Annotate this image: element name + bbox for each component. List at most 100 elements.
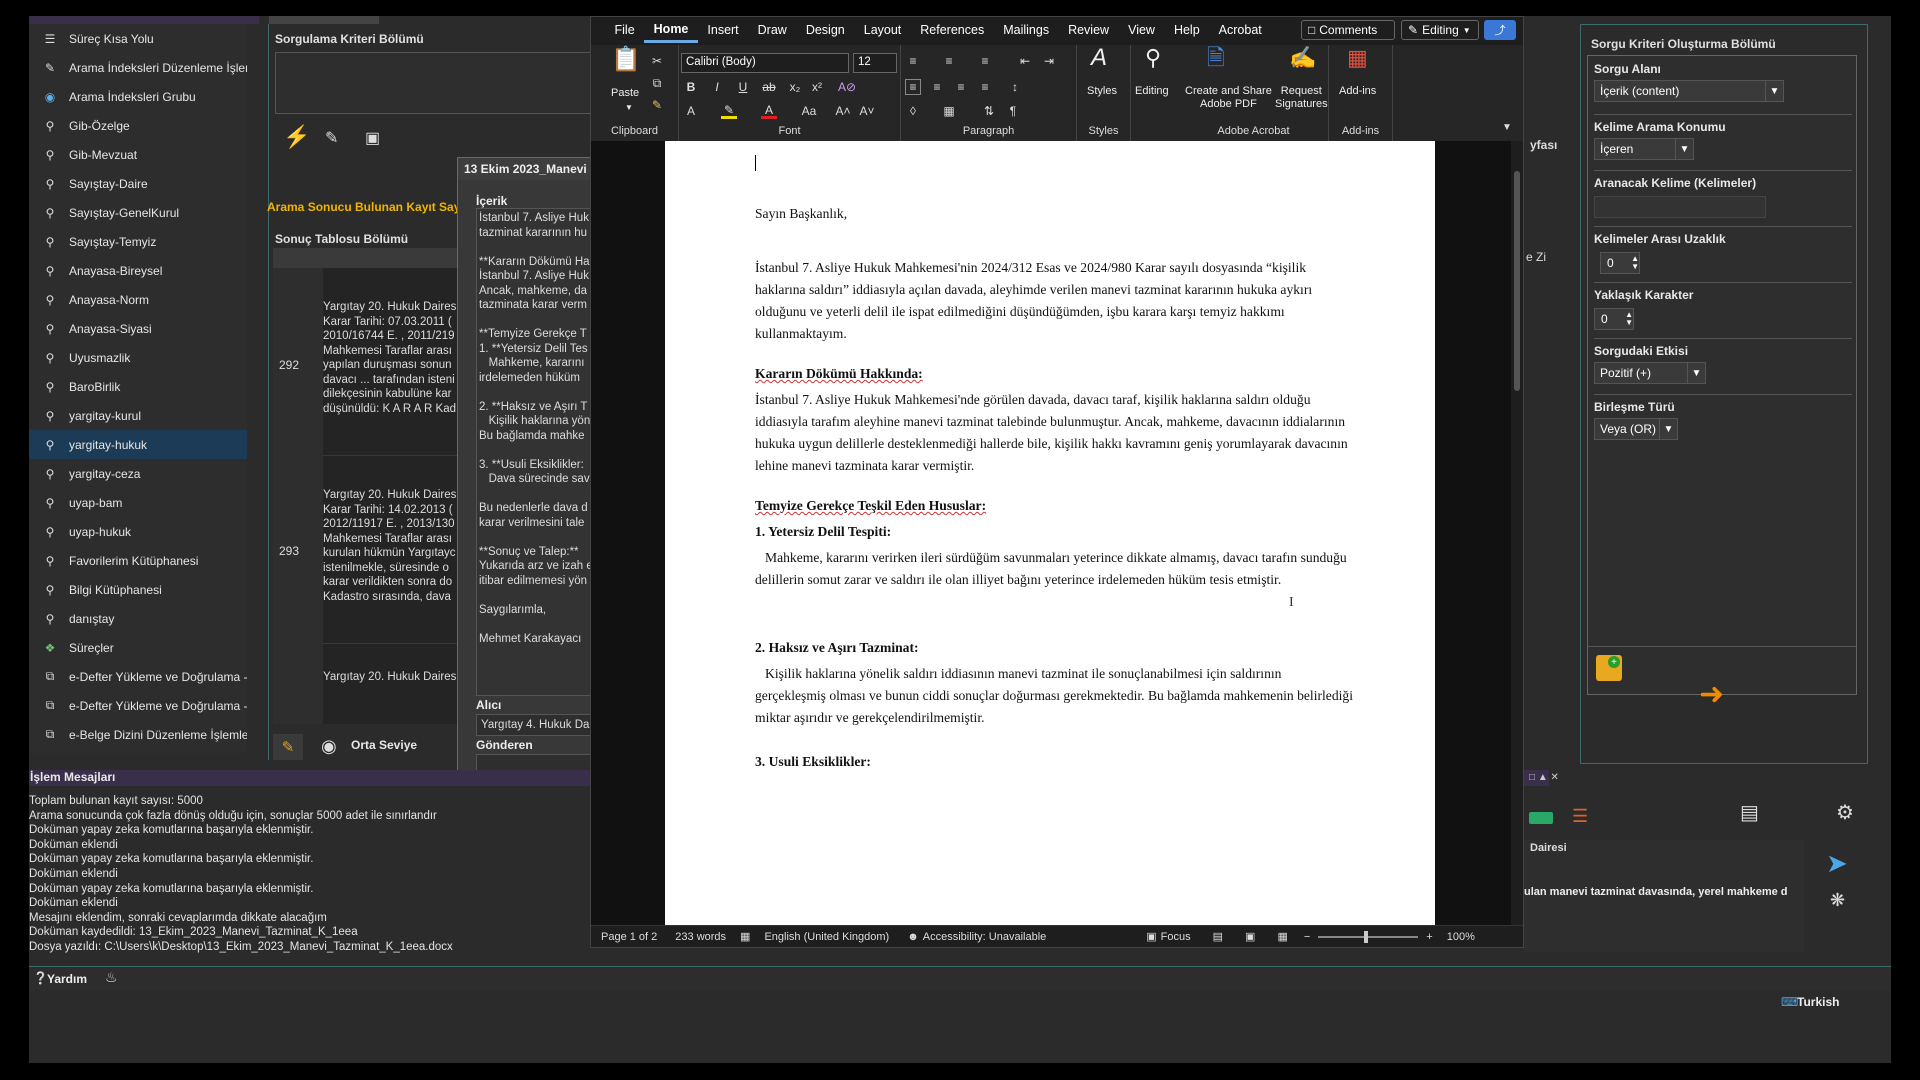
tab-home[interactable]: Home — [644, 17, 698, 43]
flag-list-icon[interactable]: ☰ — [1572, 806, 1588, 827]
lightning-icon[interactable]: ⚡ — [283, 124, 310, 150]
bell-icon[interactable]: ♨ — [105, 969, 118, 986]
collapse-ribbon-icon[interactable]: ▼ — [1499, 119, 1515, 135]
justify-icon[interactable]: ≡ — [977, 79, 993, 95]
sidebar-item[interactable]: ⚲ Anayasa-Norm — [29, 285, 247, 314]
panel-window-controls-icon[interactable]: □ ▲ ✕ — [1529, 772, 1559, 783]
paste-button[interactable]: Paste — [611, 87, 639, 100]
sidebar-item[interactable]: ⚲ Gib-Özelge — [29, 111, 247, 140]
arrow-right-icon[interactable]: ➜ — [1699, 677, 1724, 712]
tab-insert[interactable]: Insert — [698, 17, 748, 43]
proofing-icon[interactable]: ▦ — [740, 930, 750, 943]
copy-icon[interactable]: ⧉ — [649, 75, 665, 91]
sidebar-item[interactable]: ⚲ yargitay-ceza — [29, 459, 247, 488]
field-area-select[interactable]: İçerik (content) ▼ — [1594, 80, 1784, 102]
tab-acrobat[interactable]: Acrobat — [1209, 17, 1271, 43]
font-color-icon[interactable]: A — [761, 103, 777, 119]
sidebar-item[interactable]: ⚲ Anayasa-Bireysel — [29, 256, 247, 285]
accessibility-status[interactable]: Accessibility: Unavailable — [923, 931, 1047, 943]
tab-help[interactable]: Help — [1164, 17, 1209, 43]
clear-format-icon[interactable]: A⊘ — [838, 79, 856, 95]
green-tag-icon[interactable] — [1529, 812, 1553, 824]
underline-icon[interactable]: U — [735, 79, 751, 95]
zoom-out-button[interactable]: − — [1304, 931, 1310, 943]
merge-type-select[interactable]: Veya (OR) ▼ — [1594, 418, 1678, 440]
signature-icon[interactable]: ✍ — [1289, 47, 1316, 69]
show-marks-icon[interactable]: ¶ — [1005, 103, 1021, 119]
subscript-icon[interactable]: x₂ — [787, 79, 803, 95]
brush-icon[interactable]: ✎ — [325, 128, 338, 148]
help-icon[interactable]: ❔ — [33, 971, 48, 985]
shrink-font-icon[interactable]: A˅ — [859, 103, 875, 119]
sidebar-item[interactable]: ⚲ Sayıştay-GenelKurul — [29, 198, 247, 227]
sidebar-item[interactable]: ⚲ BaroBirlik — [29, 372, 247, 401]
language-label[interactable]: Turkish — [1797, 995, 1839, 1009]
text-effects-icon[interactable]: A — [683, 103, 699, 119]
addins-button[interactable]: Add-ins — [1339, 85, 1376, 98]
create-pdf-button[interactable]: Create and Share Adobe PDF — [1185, 85, 1272, 111]
spinner-arrows-icon[interactable]: ▲ ▼ — [1631, 255, 1639, 271]
web-layout-icon[interactable]: ▦ — [1277, 930, 1287, 943]
font-size-select[interactable]: 12 — [853, 53, 897, 73]
language-status[interactable]: English (United Kingdom) — [764, 931, 889, 943]
styles-icon[interactable]: A — [1091, 46, 1107, 70]
search-position-select[interactable]: İçeren ▼ — [1594, 138, 1694, 160]
page-count[interactable]: Page 1 of 2 — [601, 931, 657, 943]
settings-gear-icon[interactable]: ⚙ — [1836, 800, 1854, 825]
read-mode-icon[interactable]: ▤ — [1213, 930, 1223, 943]
numbering-icon[interactable]: ≡ — [941, 53, 957, 69]
help-label[interactable]: Yardım — [47, 972, 87, 986]
print-layout-icon[interactable]: ▣ — [1245, 930, 1255, 943]
document-page[interactable]: Sayın Başkanlık, İstanbul 7. Asliye Huku… — [665, 141, 1435, 927]
sidebar-item[interactable]: ⚲ Sayıştay-Temyiz — [29, 227, 247, 256]
sidebar-item[interactable]: ⚲ Anayasa-Siyasi — [29, 314, 247, 343]
multilevel-list-icon[interactable]: ≡ — [977, 53, 993, 69]
editing-button[interactable]: Editing — [1135, 85, 1169, 98]
sidebar-item[interactable]: ☰ Süreç Kısa Yolu — [29, 24, 247, 53]
add-criteria-icon[interactable]: + — [1596, 655, 1622, 681]
sidebar-item[interactable]: ⚲ uyap-hukuk — [29, 517, 247, 546]
format-painter-icon[interactable]: ✎ — [649, 97, 665, 113]
spinner-arrows-icon[interactable]: ▲ ▼ — [1625, 311, 1633, 327]
zoom-slider[interactable] — [1318, 930, 1419, 943]
brain-icon[interactable]: ❋ — [1830, 890, 1845, 911]
chevron-down-icon[interactable]: ▼ — [625, 101, 633, 114]
decrease-indent-icon[interactable]: ⇤ — [1017, 53, 1033, 69]
sort-icon[interactable]: ⇅ — [981, 103, 997, 119]
tab-view[interactable]: View — [1119, 17, 1165, 43]
sidebar-item[interactable]: ⚲ yargitay-kurul — [29, 401, 247, 430]
sidebar-item[interactable]: ⧉ e-Belge Dizini Düzenleme İşlemle — [29, 720, 247, 749]
word-count[interactable]: 233 words — [675, 931, 726, 943]
approx-char-spinner[interactable]: 0 ▲ ▼ — [1594, 308, 1634, 330]
focus-button[interactable]: Focus — [1161, 931, 1191, 943]
align-right-icon[interactable]: ≡ — [953, 79, 969, 95]
increase-indent-icon[interactable]: ⇥ — [1041, 53, 1057, 69]
sidebar-item[interactable]: ⧉ e-Defter Yükleme ve Doğrulama - — [29, 691, 247, 720]
scanner-icon[interactable]: ▤ — [1740, 800, 1759, 825]
receiver-field[interactable]: Yargıtay 4. Hukuk Da — [476, 714, 596, 736]
line-spacing-icon[interactable]: ↕ — [1007, 79, 1023, 95]
tab-yargitay-hukuk[interactable] — [269, 16, 379, 24]
request-signatures-button[interactable]: Request Signatures — [1275, 85, 1328, 111]
sidebar-item[interactable]: ◉ Arama İndeksleri Grubu — [29, 82, 247, 111]
sidebar-item[interactable]: ⚲ uyap-bam — [29, 488, 247, 517]
bullets-icon[interactable]: ≡ — [905, 53, 921, 69]
highlight-icon[interactable]: ✎ — [721, 103, 737, 119]
sidebar-item[interactable]: ❖ Süreçler — [29, 633, 247, 662]
font-name-select[interactable]: Calibri (Body) — [681, 53, 849, 73]
zoom-in-button[interactable]: + — [1426, 931, 1432, 943]
tab-design[interactable]: Design — [796, 17, 854, 43]
share-button[interactable]: ⤴ — [1484, 20, 1516, 40]
zoom-slider-handle[interactable] — [1364, 930, 1369, 943]
brush-tool-icon[interactable]: ✎ — [273, 734, 303, 760]
tab-references[interactable]: References — [911, 17, 994, 43]
sidebar-item[interactable]: ⧉ e-Defter Yükleme ve Doğrulama - — [29, 662, 247, 691]
addins-icon[interactable]: ▦ — [1347, 47, 1368, 69]
bold-icon[interactable]: B — [683, 79, 699, 95]
distance-spinner[interactable]: 0 ▲ ▼ — [1600, 252, 1640, 274]
vertical-scrollbar[interactable] — [1511, 141, 1523, 927]
sidebar-item[interactable]: ⚲ Bilgi Kütüphanesi — [29, 575, 247, 604]
sidebar-item[interactable]: ⚲ danıştay — [29, 604, 247, 633]
tab-file[interactable]: File — [605, 17, 644, 43]
pdf-icon[interactable]: 🗎 — [1207, 47, 1225, 69]
